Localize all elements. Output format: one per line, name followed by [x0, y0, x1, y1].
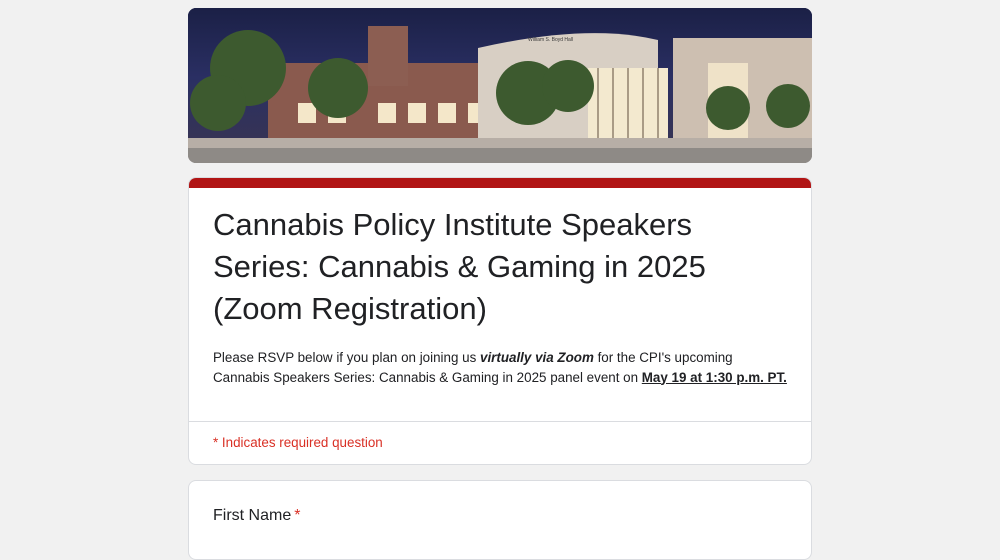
- building-sign-text: William S. Boyd Hall: [528, 37, 573, 43]
- required-asterisk: *: [294, 507, 301, 524]
- description-event-date: May 19 at 1:30 p.m. PT.: [641, 369, 787, 385]
- title-card-divider: [189, 421, 811, 422]
- question-label: First Name *: [213, 507, 300, 525]
- form-page: William S. Boyd Hall Cannabis Policy Ins…: [0, 0, 1000, 560]
- required-question-note: * Indicates required question: [213, 435, 383, 450]
- question-title: First Name: [213, 507, 292, 524]
- form-title: Cannabis Policy Institute Speakers Serie…: [213, 207, 706, 326]
- header-banner-image: William S. Boyd Hall: [188, 8, 812, 163]
- question-card-first-name: First Name *: [188, 480, 812, 560]
- form-accent-bar: [189, 178, 811, 188]
- description-emphasis: virtually via Zoom: [480, 350, 594, 365]
- description-text-1: Please RSVP below if you plan on joining…: [213, 350, 480, 365]
- form-description: Please RSVP below if you plan on joining…: [213, 348, 787, 387]
- form-title-card: Cannabis Policy Institute Speakers Serie…: [188, 177, 812, 465]
